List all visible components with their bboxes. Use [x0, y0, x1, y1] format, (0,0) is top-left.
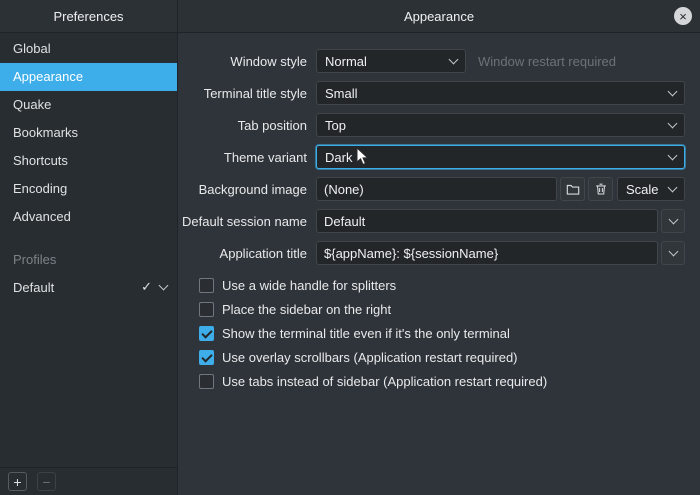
terminal-title-style-label: Terminal title style [203, 85, 307, 101]
chevron-down-icon[interactable] [158, 280, 169, 290]
check-icon: ✓ [141, 279, 152, 294]
clear-image-button[interactable] [588, 177, 613, 201]
chevron-down-icon [667, 118, 678, 128]
tab-position-combobox[interactable]: Top [316, 113, 685, 137]
terminal-title-style-row: Terminal title style Small [178, 81, 685, 105]
chevron-down-icon [667, 182, 678, 192]
chevron-down-icon [668, 214, 678, 224]
page-header: Appearance × [178, 0, 700, 32]
background-image-row: Background image Scale [178, 177, 685, 201]
overlay-scrollbars-option[interactable]: Use overlay scrollbars (Application rest… [199, 345, 685, 369]
chevron-down-icon [668, 246, 678, 256]
header-bar: Preferences Appearance × [0, 0, 700, 33]
combo-value: Small [325, 85, 358, 101]
profile-toolbar: + − [0, 467, 177, 495]
sidebar-item-encoding[interactable]: Encoding [0, 175, 177, 203]
main-area: Global Appearance Quake Bookmarks Shortc… [0, 33, 700, 495]
theme-variant-label: Theme variant [223, 149, 307, 165]
profile-item-default[interactable]: Default ✓ [0, 273, 177, 301]
application-title-input[interactable] [316, 241, 658, 265]
background-image-field[interactable] [316, 177, 557, 201]
preferences-window: Preferences Appearance × Global Appearan… [0, 0, 700, 495]
trash-icon [595, 183, 606, 195]
window-style-label: Window style [230, 53, 307, 69]
window-restart-hint: Window restart required [478, 53, 616, 69]
profiles-section-label: Profiles [13, 252, 57, 267]
chevron-down-icon [448, 54, 459, 64]
background-image-mode-combobox[interactable]: Scale [617, 177, 685, 201]
theme-variant-combobox[interactable]: Dark [316, 145, 685, 169]
sidebar-item-shortcuts[interactable]: Shortcuts [0, 147, 177, 175]
tabs-instead-sidebar-option[interactable]: Use tabs instead of sidebar (Application… [199, 369, 685, 393]
window-style-combobox[interactable]: Normal [316, 49, 466, 73]
checkbox[interactable] [199, 301, 214, 317]
options-checkbox-group: Use a wide handle for splitters Place th… [199, 273, 685, 393]
chevron-down-icon [667, 150, 678, 160]
session-name-tokens-button[interactable] [661, 209, 685, 233]
combo-value: Normal [325, 53, 367, 69]
folder-icon [566, 184, 579, 195]
checkbox-label: Show the terminal title even if it's the… [222, 325, 510, 341]
sidebar-item-advanced[interactable]: Advanced [0, 203, 177, 231]
show-terminal-title-option[interactable]: Show the terminal title even if it's the… [199, 321, 685, 345]
default-session-name-label: Default session name [181, 213, 307, 229]
tab-position-label: Tab position [237, 117, 307, 133]
sidebar-list: Global Appearance Quake Bookmarks Shortc… [0, 33, 177, 231]
combo-value: Dark [325, 149, 353, 165]
background-image-label: Background image [198, 181, 307, 197]
application-title-row: Application title [178, 241, 685, 265]
sidebar-header: Preferences [0, 0, 178, 32]
sidebar-right-option[interactable]: Place the sidebar on the right [199, 297, 685, 321]
sidebar-item-global[interactable]: Global [0, 35, 177, 63]
browse-file-button[interactable] [560, 177, 585, 201]
application-title-tokens-button[interactable] [661, 241, 685, 265]
combo-value: Top [325, 117, 346, 133]
default-session-name-row: Default session name [178, 209, 685, 233]
sidebar-item-appearance[interactable]: Appearance [0, 63, 177, 91]
window-style-row: Window style Normal Window restart requi… [178, 49, 685, 73]
theme-variant-row: Theme variant Dark [178, 145, 685, 169]
remove-profile-button[interactable]: − [37, 472, 56, 491]
appearance-panel: Window style Normal Window restart requi… [178, 33, 700, 495]
wide-handle-option[interactable]: Use a wide handle for splitters [199, 273, 685, 297]
sidebar: Global Appearance Quake Bookmarks Shortc… [0, 33, 178, 495]
sidebar-title: Preferences [53, 8, 124, 24]
sidebar-item-bookmarks[interactable]: Bookmarks [0, 119, 177, 147]
checkbox[interactable] [199, 325, 214, 341]
add-profile-button[interactable]: + [8, 472, 27, 491]
checkbox[interactable] [199, 373, 214, 389]
profile-name: Default [13, 279, 55, 295]
terminal-title-style-combobox[interactable]: Small [316, 81, 685, 105]
sidebar-item-quake[interactable]: Quake [0, 91, 177, 119]
application-title-label: Application title [219, 245, 307, 261]
chevron-down-icon [667, 86, 678, 96]
close-icon[interactable]: × [674, 7, 692, 25]
default-session-name-input[interactable] [316, 209, 658, 233]
checkbox-label: Place the sidebar on the right [222, 301, 392, 317]
checkbox[interactable] [199, 349, 214, 365]
checkbox-label: Use tabs instead of sidebar (Application… [222, 373, 548, 389]
page-title: Appearance [403, 8, 475, 24]
checkbox-label: Use a wide handle for splitters [222, 277, 397, 293]
checkbox-label: Use overlay scrollbars (Application rest… [222, 349, 518, 365]
tab-position-row: Tab position Top [178, 113, 685, 137]
checkbox[interactable] [199, 277, 214, 293]
combo-value: Scale [626, 181, 659, 197]
